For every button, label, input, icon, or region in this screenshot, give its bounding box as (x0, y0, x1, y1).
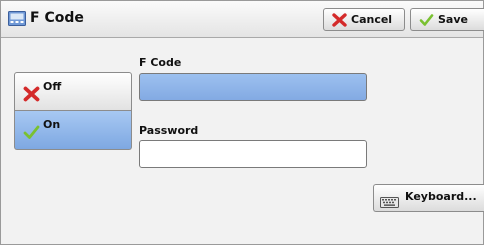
password-field-label: Password (139, 124, 199, 137)
option-on-button[interactable]: On (14, 111, 132, 150)
fcode-input[interactable] (139, 73, 367, 101)
fcode-dialog: F Code Cancel Save Off On F Code Passwor… (0, 0, 484, 245)
keyboard-label: Keyboard... (405, 190, 477, 203)
save-label: Save (438, 13, 468, 26)
fcode-screen-icon (8, 11, 26, 26)
option-on-label: On (43, 118, 61, 131)
fcode-field-label: F Code (139, 56, 182, 69)
option-off-label: Off (43, 80, 62, 93)
save-button[interactable]: Save (410, 8, 484, 31)
cancel-label: Cancel (351, 13, 393, 26)
red-x-icon (23, 86, 40, 102)
option-off-button[interactable]: Off (14, 72, 132, 111)
title-bar: F Code Cancel Save (1, 1, 484, 38)
cancel-button[interactable]: Cancel (323, 8, 405, 31)
keyboard-button[interactable]: Keyboard... (373, 184, 484, 212)
green-check-icon (23, 125, 40, 139)
password-input[interactable] (139, 140, 367, 168)
keyboard-icon (380, 197, 399, 208)
green-check-icon (419, 14, 434, 26)
red-x-icon (332, 13, 347, 27)
page-title: F Code (30, 10, 84, 26)
